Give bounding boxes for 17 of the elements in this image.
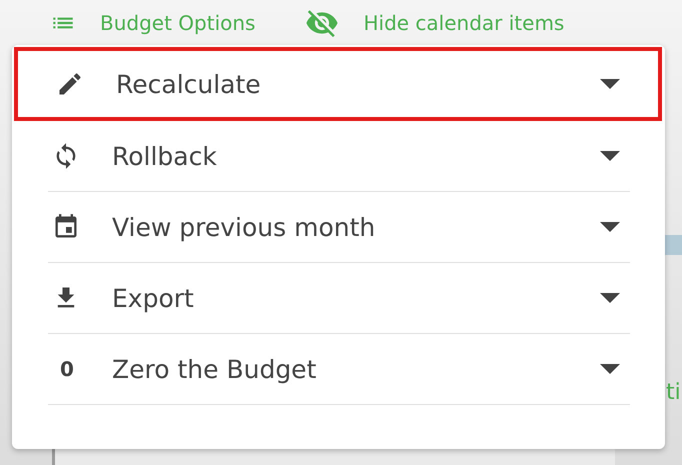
caret-icon <box>600 222 620 232</box>
menu-item[interactable]: View previous month <box>48 192 630 263</box>
caret-icon <box>600 364 620 374</box>
menu-item-label: View previous month <box>112 212 376 242</box>
menu-item[interactable]: Export <box>48 263 630 334</box>
menu-item[interactable]: Recalculate <box>14 47 662 121</box>
zero-glyph: 0 <box>59 357 74 381</box>
menu-item[interactable]: Rollback <box>48 121 630 192</box>
menu-item[interactable]: 0 Zero the Budget <box>48 334 630 405</box>
menu-item-label: Zero the Budget <box>112 354 318 384</box>
background-text: ti <box>666 380 681 405</box>
caret-icon <box>600 79 620 89</box>
caret-icon <box>600 151 620 161</box>
caret-icon <box>600 293 620 303</box>
menu-item-label: Rollback <box>112 142 218 170</box>
menu-item-label: Recalculate <box>116 70 262 98</box>
menu-item-label: Export <box>112 284 195 312</box>
